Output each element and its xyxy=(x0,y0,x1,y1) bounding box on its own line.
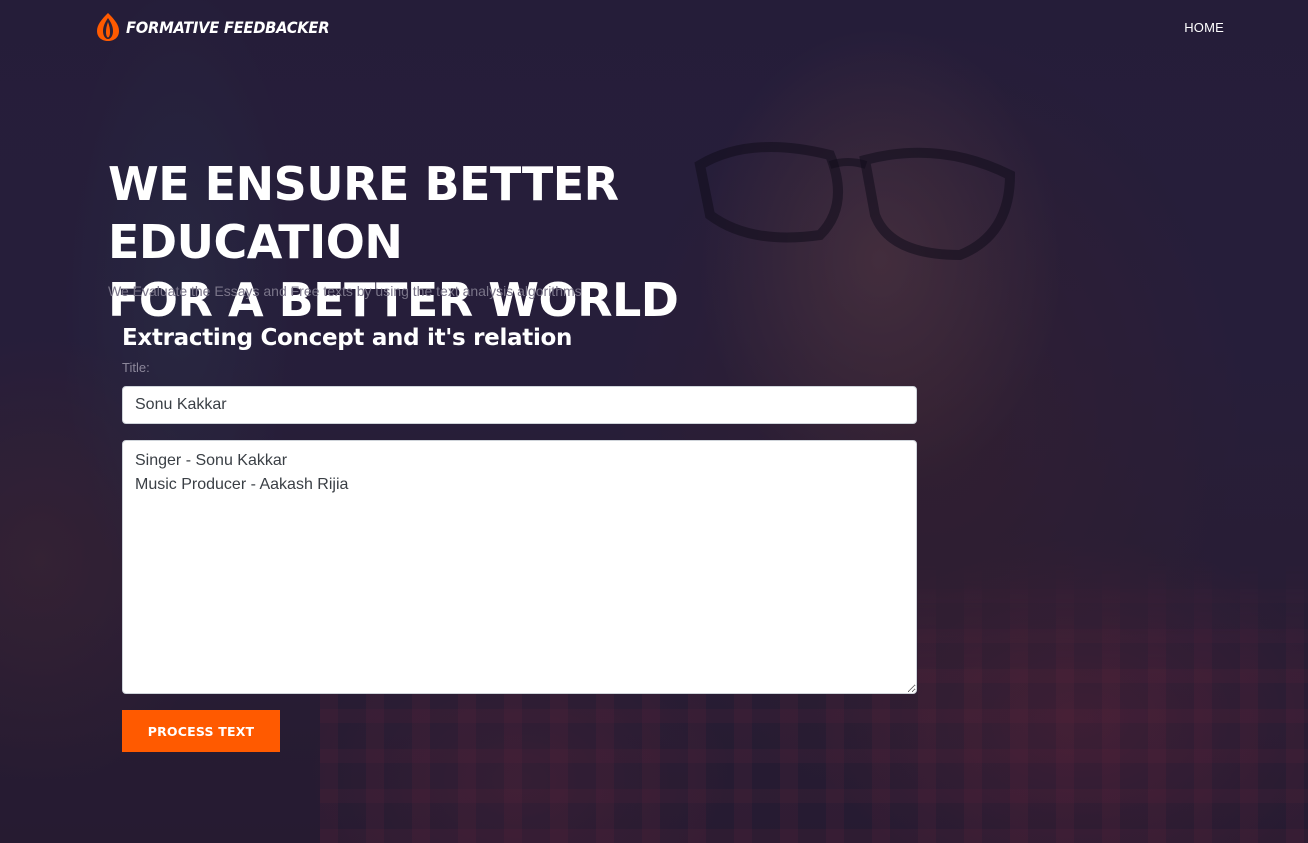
form-heading: Extracting Concept and it's relation xyxy=(122,325,573,351)
hero-title: WE ENSURE BETTER EDUCATION FOR A BETTER … xyxy=(108,155,908,329)
hero-subtitle: We Evaluate the Essays and Free texts by… xyxy=(108,283,582,299)
flame-drop-icon xyxy=(97,13,119,41)
title-label: Title: xyxy=(122,360,150,375)
essay-textarea[interactable]: Singer - Sonu Kakkar Music Producer - Aa… xyxy=(122,440,917,694)
brand-name: FORMATIVE FEEDBACKER xyxy=(126,17,330,37)
brand-logo[interactable]: FORMATIVE FEEDBACKER xyxy=(92,11,347,43)
nav-home-link[interactable]: HOME xyxy=(1184,20,1224,35)
process-text-button[interactable]: PROCESS TEXT xyxy=(122,710,280,752)
site-header: FORMATIVE FEEDBACKER HOME xyxy=(0,0,1308,56)
hero-title-line-1: WE ENSURE BETTER EDUCATION xyxy=(108,157,619,269)
hero-title-line-2: FOR A BETTER WORLD xyxy=(108,273,679,327)
page: FORMATIVE FEEDBACKER HOME WE ENSURE BETT… xyxy=(0,0,1308,843)
title-input[interactable] xyxy=(122,386,917,424)
